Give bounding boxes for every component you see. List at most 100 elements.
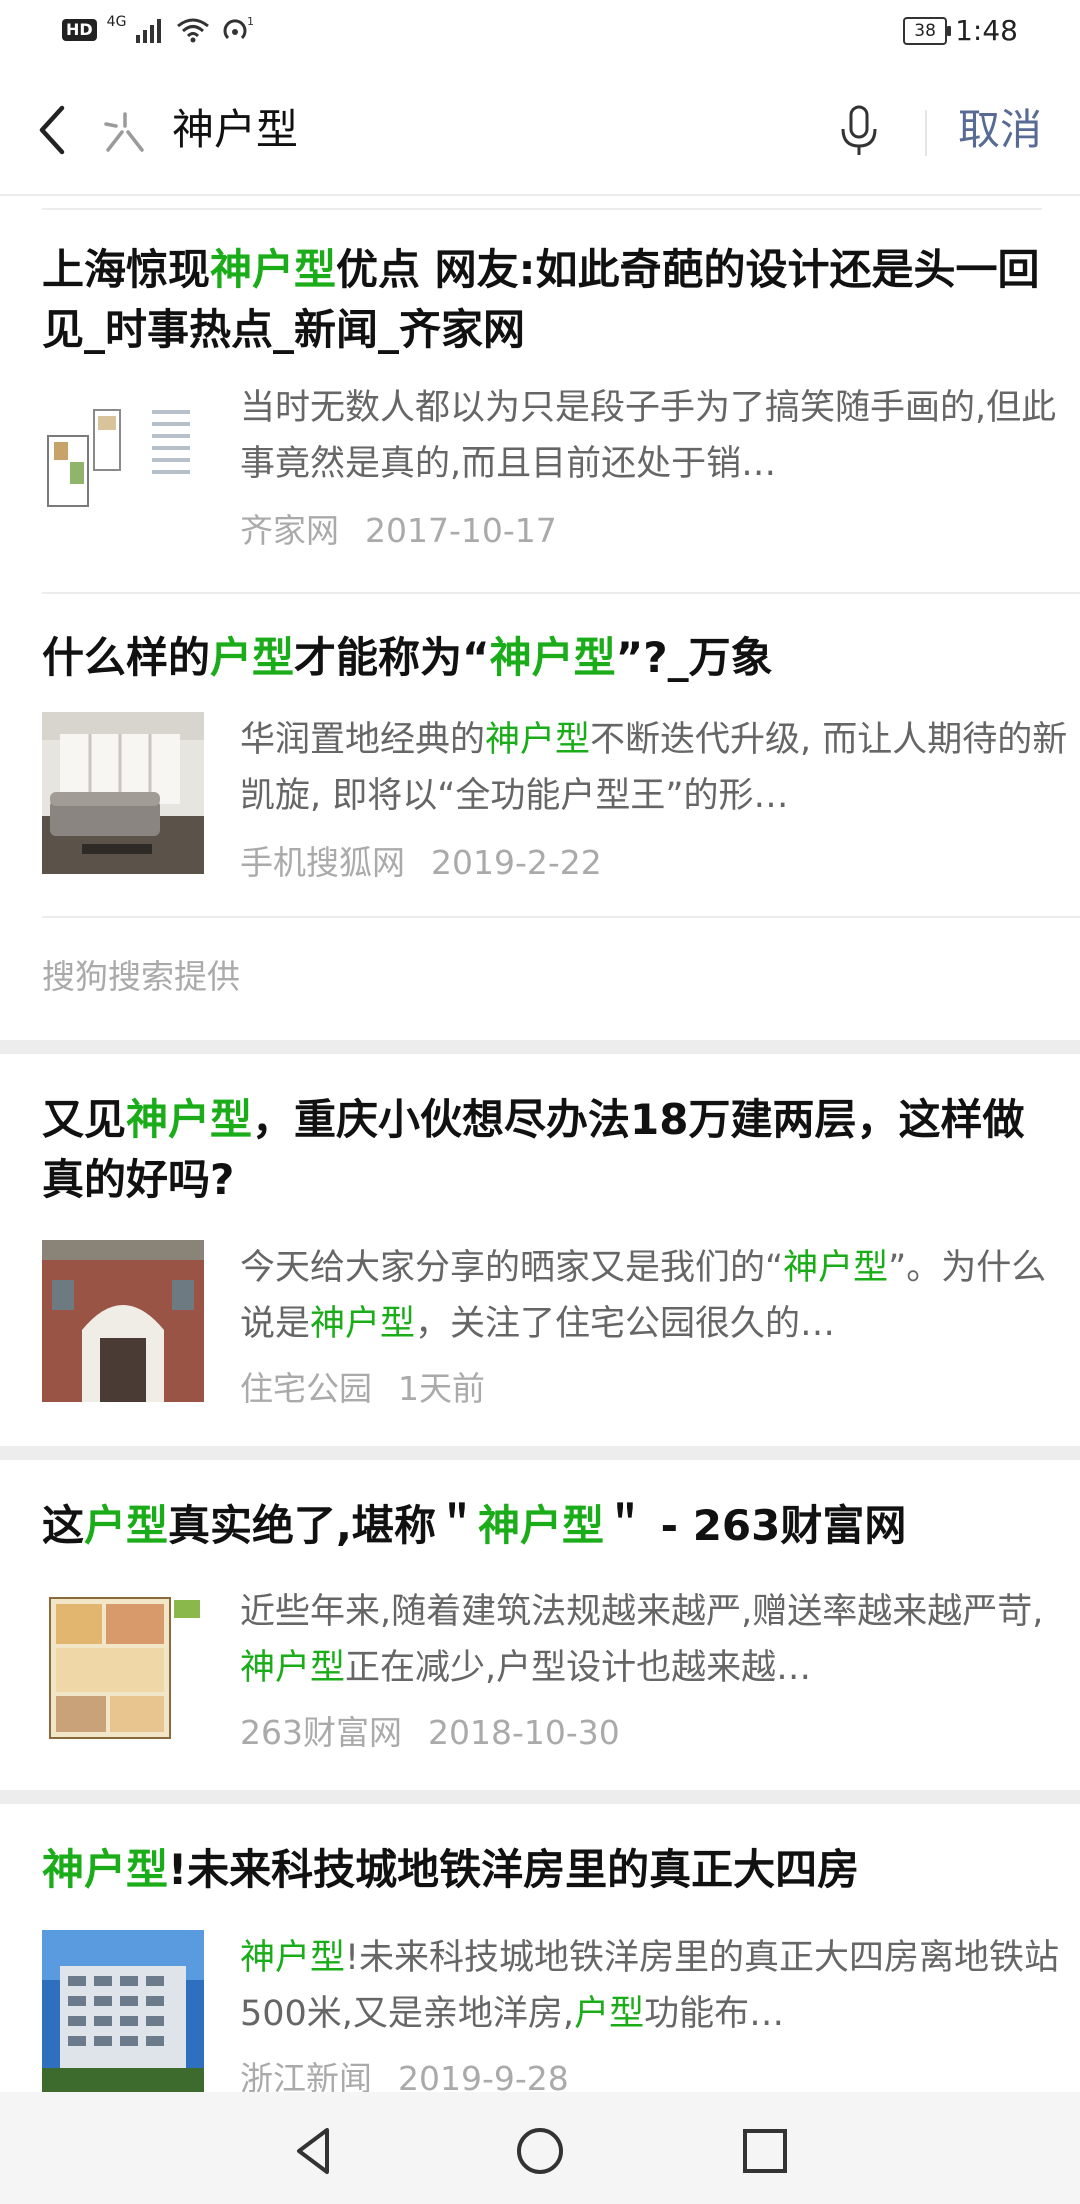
header-divider	[925, 110, 927, 156]
result-snippet: 华润置地经典的神户型不断迭代升级, 而让人期待的新凯旋, 即将以“全功能户型王”…	[240, 712, 1070, 824]
nav-back-icon	[297, 2128, 329, 2174]
result-meta: 住宅公园 1天前	[240, 1362, 485, 1410]
result-divider	[42, 916, 1080, 918]
result-item-1[interactable]: 上海惊现神户型优点 网友:如此奇葩的设计还是头一回见_时事热点_新闻_齐家网 当…	[42, 240, 1056, 560]
section-gap	[0, 1040, 1080, 1054]
svg-text:1: 1	[247, 16, 254, 28]
text-segment: 真实绝了,堪称＂	[168, 1501, 478, 1550]
header-bottom-border	[0, 194, 1080, 196]
highlighted-keyword: 神户型	[210, 245, 337, 294]
result-date: 2018-10-30	[428, 1713, 620, 1752]
text-segment: 什么样的	[42, 633, 211, 682]
color-floor-plan-image	[42, 1584, 204, 1746]
text-segment: 才能称为“	[294, 633, 490, 682]
highlighted-keyword: 户型	[84, 1501, 169, 1550]
highlighted-keyword: 神户型	[783, 1248, 889, 1288]
result-date: 1天前	[398, 1369, 485, 1408]
search-header: 神户型 取消	[0, 66, 1080, 194]
result-title[interactable]: 神户型!未来科技城地铁洋房里的真正大四房	[42, 1840, 1042, 1900]
living-room-image	[42, 712, 204, 874]
highlighted-keyword: 户型	[210, 633, 295, 682]
text-segment: 近些年来,随着建筑法规越来越严,赠送率越来越严苛,	[240, 1592, 1044, 1632]
highlighted-keyword: 神户型	[126, 1095, 253, 1144]
text-segment: 华润置地经典的	[240, 720, 486, 760]
text-segment: 正在减少,户型设计也越来越…	[345, 1648, 812, 1688]
result-meta: 手机搜狐网 2019-2-22	[240, 836, 602, 884]
highlighted-keyword: 神户型	[310, 1304, 416, 1344]
result-source: 手机搜狐网	[240, 843, 405, 882]
result-divider	[42, 592, 1080, 594]
result-date: 2019-2-22	[431, 843, 602, 882]
result-source: 住宅公园	[240, 1369, 372, 1408]
signal-icon	[136, 19, 162, 43]
text-segment: 功能布…	[644, 1994, 785, 2034]
search-query-input[interactable]: 神户型	[172, 102, 298, 158]
result-snippet: 近些年来,随着建筑法规越来越严,赠送率越来越严苛, 神户型正在减少,户型设计也越来…	[240, 1584, 1070, 1696]
text-segment: 上海惊现	[42, 245, 211, 294]
text-segment: 当时无数人都以为只是段子手为了搞笑随手画的,但此事竟然是真的,而且目前还处于销…	[240, 388, 1057, 484]
nav-back-button[interactable]	[287, 2124, 341, 2178]
result-item-2[interactable]: 什么样的户型才能称为“神户型”?_万象 华润置地经典的神户型不断迭代升级, 而让…	[42, 628, 1067, 918]
result-date: 2017-10-17	[365, 511, 557, 550]
microphone-icon	[841, 105, 877, 155]
text-segment: ＂ - 263财富网	[604, 1501, 907, 1550]
nav-home-button[interactable]	[513, 2124, 567, 2178]
text-segment: 又见	[42, 1095, 127, 1144]
result-title[interactable]: 这户型真实绝了,堪称＂神户型＂ - 263财富网	[42, 1496, 1042, 1556]
text-segment: !未来科技城地铁洋房里的真正大四房	[168, 1845, 860, 1894]
search-logo-icon	[100, 108, 150, 158]
hd-badge: HD	[62, 19, 97, 41]
result-snippet: 当时无数人都以为只是段子手为了搞笑随手画的,但此事竟然是真的,而且目前还处于销…	[240, 380, 1070, 492]
highlighted-keyword: 神户型	[240, 1938, 346, 1978]
back-arrow-icon	[39, 105, 65, 155]
highlighted-keyword: 神户型	[489, 633, 616, 682]
highlighted-keyword: 户型	[574, 1994, 645, 2034]
result-snippet: 今天给大家分享的晒家又是我们的“神户型”。为什么说是神户型，关注了住宅公园很久的…	[240, 1240, 1070, 1352]
nav-home-icon	[517, 2128, 563, 2174]
highlighted-keyword: 神户型	[478, 1501, 605, 1550]
back-button[interactable]	[34, 104, 74, 156]
result-meta: 齐家网 2017-10-17	[240, 504, 557, 552]
house-image	[42, 1240, 204, 1402]
status-left: HD 4G 1	[62, 14, 254, 44]
result-title[interactable]: 什么样的户型才能称为“神户型”?_万象	[42, 628, 1042, 688]
navigation-bar	[0, 2092, 1080, 2204]
result-source: 齐家网	[240, 511, 339, 550]
result-thumbnail[interactable]	[42, 1240, 204, 1402]
status-bar: HD 4G 1 38 1:48	[0, 0, 1080, 66]
result-thumbnail[interactable]	[42, 380, 204, 542]
result-item-5[interactable]: 神户型!未来科技城地铁洋房里的真正大四房 神户型!未来科技城地铁洋房里的真正大四…	[42, 1840, 1059, 2098]
status-time: 1:48	[955, 14, 1018, 47]
result-thumbnail[interactable]	[42, 712, 204, 874]
top-divider	[42, 208, 1042, 210]
highlighted-keyword: 神户型	[485, 720, 591, 760]
result-source: 263财富网	[240, 1713, 402, 1752]
section-gap	[0, 1790, 1080, 1804]
provided-by-label: 搜狗搜索提供	[42, 957, 240, 996]
section-gap	[0, 1446, 1080, 1460]
highlighted-keyword: 神户型	[240, 1648, 346, 1688]
battery-icon: 38	[903, 16, 952, 45]
result-item-3[interactable]: 又见神户型，重庆小伙想尽办法18万建两层，这样做真的好吗? 今天给大家分享的晒家…	[42, 1090, 1046, 1410]
text-segment: 这	[42, 1501, 85, 1550]
result-title[interactable]: 又见神户型，重庆小伙想尽办法18万建两层，这样做真的好吗?	[42, 1090, 1042, 1210]
nav-recents-button[interactable]	[738, 2124, 792, 2178]
cancel-button[interactable]: 取消	[958, 102, 1042, 158]
result-title[interactable]: 上海惊现神户型优点 网友:如此奇葩的设计还是头一回见_时事热点_新闻_齐家网	[42, 240, 1042, 360]
building-image	[42, 1930, 204, 2092]
nav-recents-icon	[743, 2129, 787, 2173]
result-meta: 263财富网 2018-10-30	[240, 1706, 620, 1754]
voice-input-button[interactable]	[836, 104, 882, 158]
result-thumbnail[interactable]	[42, 1930, 204, 2092]
result-thumbnail[interactable]	[42, 1584, 204, 1746]
result-item-4[interactable]: 这户型真实绝了,堪称＂神户型＂ - 263财富网 近些年来,随着建筑法规越来越严…	[42, 1496, 1043, 1776]
status-right: 38 1:48	[903, 14, 1018, 47]
hotspot-icon: 1	[223, 16, 254, 40]
text-segment: ，关注了住宅公园很久的…	[415, 1304, 836, 1344]
network-type: 4G	[106, 14, 127, 30]
floor-plan-image	[42, 380, 204, 542]
highlighted-keyword: 神户型	[42, 1845, 169, 1894]
text-segment: 今天给大家分享的晒家又是我们的“	[240, 1248, 784, 1288]
wifi-icon	[177, 18, 210, 43]
result-snippet: 神户型!未来科技城地铁洋房里的真正大四房离地铁站500米,又是亲地洋房,户型功能…	[240, 1930, 1070, 2042]
